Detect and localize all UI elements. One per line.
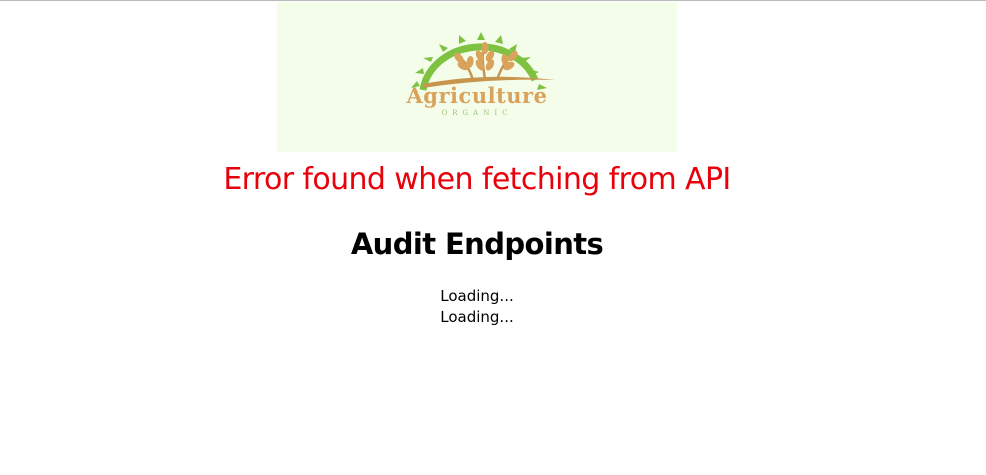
error-message: Error found when fetching from API [223, 162, 731, 197]
top-divider [0, 0, 986, 1]
logo-subtitle: ORGANIC [441, 109, 513, 117]
logo: Agriculture ORGANIC [277, 2, 677, 152]
page: Agriculture ORGANIC Error found when fet… [0, 0, 986, 475]
page-title: Audit Endpoints [350, 227, 604, 261]
agriculture-logo-image [411, 32, 555, 91]
loading-list: Loading... Loading... [0, 286, 954, 328]
loading-indicator: Loading... [440, 308, 514, 326]
logo-title: Agriculture [406, 83, 548, 108]
loading-indicator: Loading... [440, 287, 514, 305]
